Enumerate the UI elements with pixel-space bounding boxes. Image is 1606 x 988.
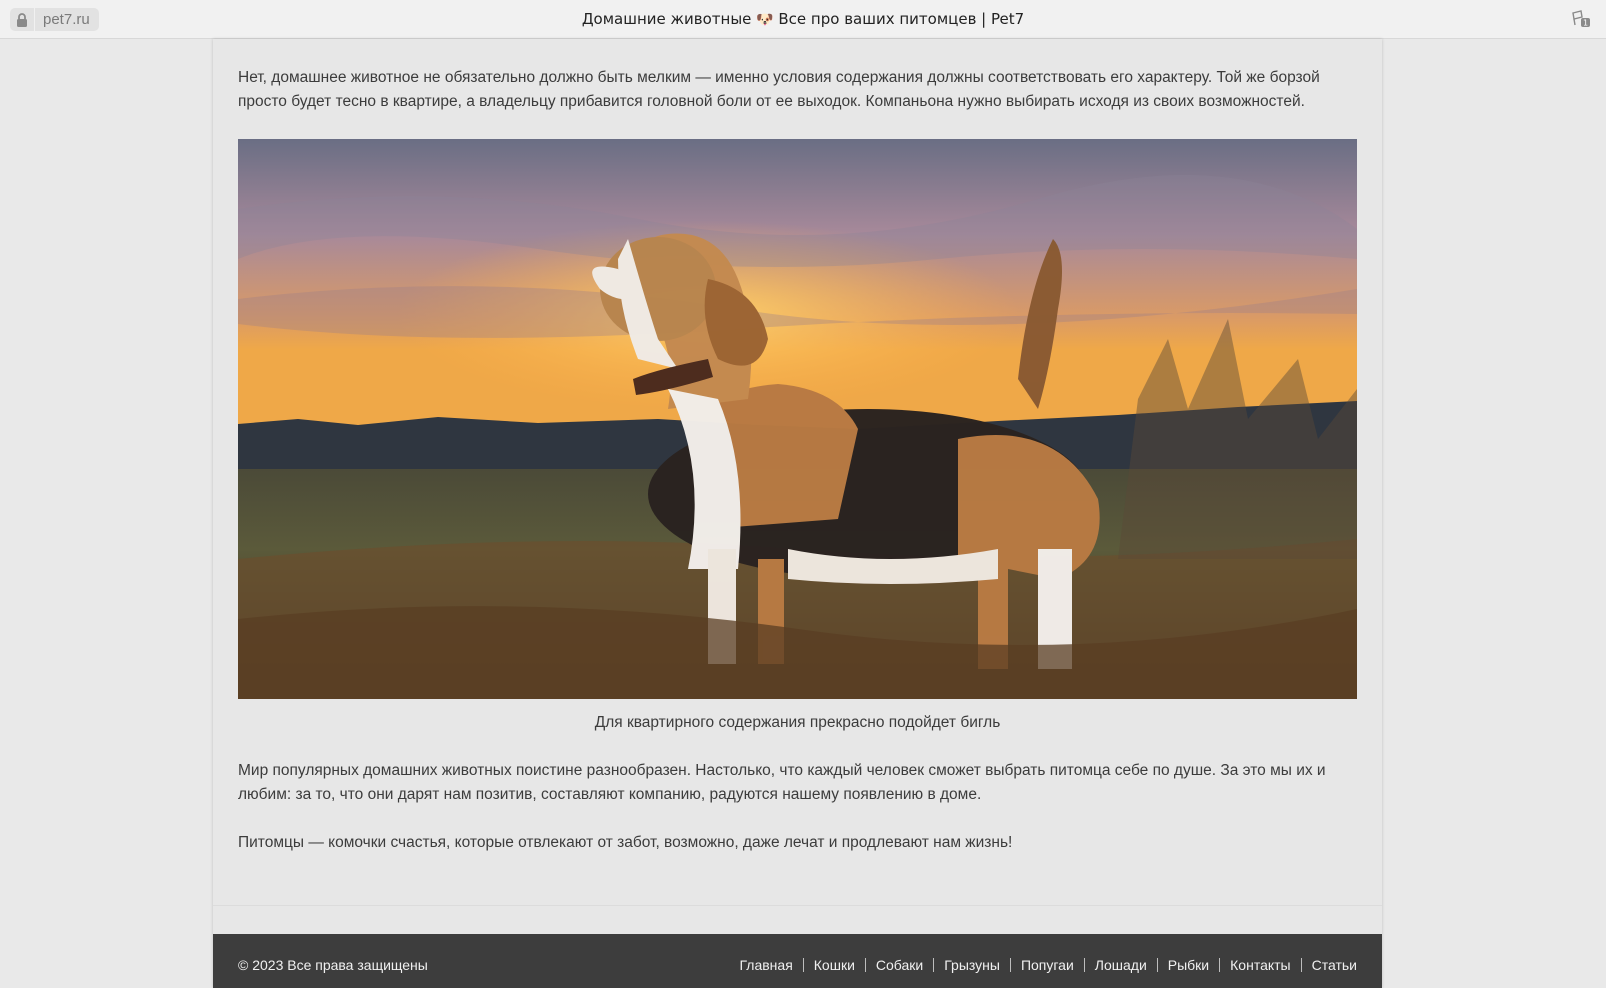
footer-link-horses[interactable]: Лошади (1095, 956, 1147, 974)
footer-link-fish[interactable]: Рыбки (1168, 956, 1209, 974)
page-title-text: Домашние животные (581, 10, 752, 28)
footer-link-cats[interactable]: Кошки (814, 956, 855, 974)
content-divider (213, 905, 1382, 906)
page-title-bar: Домашние животные 🐶 Все про ваших питомц… (0, 0, 1606, 39)
footer-link-articles[interactable]: Статьи (1312, 956, 1357, 974)
nav-separator (1083, 958, 1085, 972)
footer-link-rodents[interactable]: Грызуны (944, 956, 1000, 974)
image-caption: Для квартирного содержания прекрасно под… (594, 714, 1001, 731)
article-paragraph-3: Питомцы — комочки счастья, которые отвле… (238, 834, 1013, 851)
article-paragraph-2: Мир популярных домашних животных поистин… (238, 762, 1326, 803)
page-container: Нет, домашнее животное не обязательно до… (213, 39, 1382, 988)
footer-nav: Главная Кошки Собаки Грызуны Попугаи Лош… (739, 956, 1357, 974)
footer-copyright: © 2023 Все права защищены (238, 957, 428, 973)
page-title-suffix: Все про ваших питомцев | Pet7 (778, 10, 1025, 28)
footer-link-dogs[interactable]: Собаки (876, 956, 923, 974)
nav-separator (864, 958, 866, 972)
nav-separator (1219, 958, 1221, 972)
article-paragraph-1: Нет, домашнее животное не обязательно до… (238, 69, 1320, 110)
footer-link-contacts[interactable]: Контакты (1230, 956, 1290, 974)
nav-separator (1300, 958, 1302, 972)
nav-separator (802, 958, 804, 972)
browser-topbar: pet7.ru Домашние животные 🐶 Все про ваши… (0, 0, 1606, 39)
nav-separator (1156, 958, 1158, 972)
dog-emoji-icon: 🐶 (756, 12, 774, 28)
extension-badge: 1 (1583, 19, 1588, 28)
footer-link-parrots[interactable]: Попугаи (1021, 956, 1074, 974)
nav-separator (1009, 958, 1011, 972)
footer-link-home[interactable]: Главная (739, 956, 792, 974)
extension-icon[interactable]: 1 (1570, 9, 1592, 29)
nav-separator (933, 958, 935, 972)
site-footer: © 2023 Все права защищены Главная Кошки … (213, 934, 1382, 988)
beagle-photo (238, 139, 1357, 699)
